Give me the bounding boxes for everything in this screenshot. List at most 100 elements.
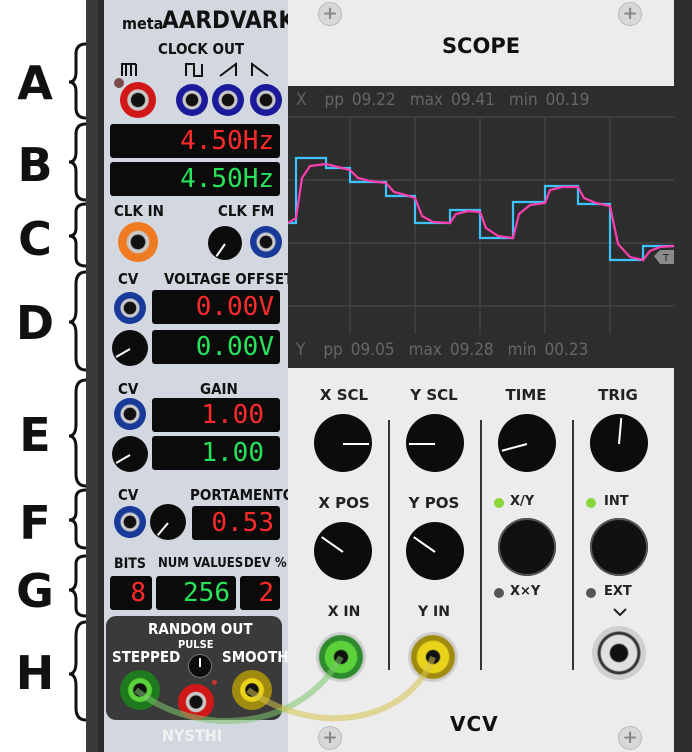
int-led — [586, 498, 596, 508]
y-in-jack[interactable] — [408, 632, 458, 682]
scope-traces: T — [288, 116, 674, 334]
x-axis-label: X — [296, 90, 307, 110]
xxy-label: X×Y — [510, 584, 541, 599]
column-divider-2 — [480, 420, 482, 670]
gain-cv-jack[interactable] — [114, 398, 146, 430]
square-wave-icon — [185, 63, 203, 77]
x-pp-value: 09.22 — [351, 90, 396, 110]
section-letter-e: E — [19, 408, 51, 462]
portamento-cv-label: CV — [118, 486, 139, 504]
smooth-out-jack[interactable] — [232, 670, 272, 710]
gain-display-green: 1.00 — [152, 436, 280, 470]
nysthi-module-panel: meta AARDVARK CLOCK OUT 4.50Hz 4.50Hz CL… — [98, 0, 296, 752]
pulse-knob[interactable] — [188, 654, 212, 678]
y-pos-knob[interactable] — [406, 522, 464, 580]
screw-bottom-left-icon: + — [318, 726, 342, 750]
x-pos-knob[interactable] — [314, 522, 372, 580]
x-readout: Xpp 09.22 max 09.41 min 00.19 — [296, 90, 603, 110]
clock-waveform-icons — [121, 62, 269, 77]
offset-knob[interactable] — [112, 330, 148, 366]
clock-out-saw-up-jack[interactable] — [212, 84, 244, 116]
brand-prefix: meta — [122, 14, 164, 33]
screw-top-right-icon: + — [618, 2, 642, 26]
trigger-marker-label: T — [662, 253, 670, 264]
section-letter-b: B — [17, 138, 53, 192]
y-readout: Ypp 09.05 max 09.28 min 00.23 — [296, 340, 602, 360]
voltage-offset-label: VOLTAGE OFFSET — [164, 270, 294, 288]
offset-cv-jack[interactable] — [114, 292, 146, 324]
trig-in-jack[interactable] — [592, 626, 646, 680]
num-values-display: 256 — [156, 576, 236, 610]
y-pp-value: 09.05 — [350, 340, 395, 360]
offset-display-red: 0.00V — [152, 290, 280, 324]
portamento-display: 0.53 — [192, 506, 280, 540]
gain-display-red: 1.00 — [152, 398, 280, 432]
xxy-led — [494, 588, 504, 598]
clk-in-jack[interactable] — [118, 222, 158, 262]
trace-y — [288, 162, 674, 262]
gain-knob[interactable] — [112, 436, 148, 472]
portamento-label: PORTAMENTO — [190, 486, 295, 504]
offset-cv-label: CV — [118, 270, 139, 288]
brand-name: AARDVARK — [162, 6, 296, 34]
chevron-down-icon — [613, 608, 627, 617]
x-in-label: X IN — [327, 604, 361, 620]
clock-out-saw-down-jack[interactable] — [250, 84, 282, 116]
clk-fm-jack[interactable] — [250, 226, 282, 258]
gain-label: GAIN — [200, 380, 238, 398]
offset-display-green: 0.00V — [152, 330, 280, 364]
trig-label: TRIG — [598, 386, 638, 404]
clk-fm-knob[interactable] — [208, 226, 242, 260]
y-scl-knob[interactable] — [406, 414, 464, 472]
bits-display: 8 — [110, 576, 152, 610]
xy-led — [494, 498, 504, 508]
portamento-cv-jack[interactable] — [114, 506, 146, 538]
section-letter-a: A — [17, 56, 53, 110]
vcv-logo: VCV — [450, 712, 499, 736]
stepped-out-jack[interactable] — [120, 670, 160, 710]
y-in-label: Y IN — [418, 604, 450, 620]
section-letter-g: G — [16, 564, 54, 618]
frequency-display-red: 4.50Hz — [110, 124, 280, 158]
clock-out-trigger-jack[interactable] — [120, 82, 156, 118]
pulse-out-jack[interactable] — [178, 684, 214, 720]
pulse-label: PULSE — [178, 638, 214, 651]
dev-display: 2 — [240, 576, 280, 610]
time-knob[interactable] — [498, 414, 556, 472]
trigger-source-button[interactable] — [590, 518, 648, 576]
clock-led — [114, 78, 124, 88]
pulse-led — [212, 680, 217, 685]
xy-mode-button[interactable] — [498, 518, 556, 576]
x-in-jack[interactable] — [316, 632, 366, 682]
random-out-label: RANDOM OUT — [148, 620, 253, 638]
nysthi-footer-logo: NYSTHI — [162, 726, 223, 745]
xy-label: X/Y — [510, 494, 535, 509]
scope-title: SCOPE — [441, 34, 521, 58]
rack-rail-right — [674, 0, 692, 752]
y-pos-label: Y POS — [408, 494, 460, 512]
section-letter-h: H — [15, 646, 55, 700]
portamento-knob[interactable] — [150, 504, 186, 540]
saw-down-icon — [251, 62, 269, 77]
y-min-label: min — [507, 340, 537, 360]
frequency-display-green: 4.50Hz — [110, 162, 280, 196]
clock-out-square-jack[interactable] — [176, 84, 208, 116]
x-scl-label: X SCL — [319, 386, 369, 404]
time-label: TIME — [505, 386, 547, 404]
y-scl-label: Y SCL — [410, 386, 458, 404]
column-divider-3 — [572, 420, 574, 670]
smooth-label: SMOOTH — [222, 648, 289, 666]
trig-knob[interactable] — [590, 414, 648, 472]
y-max-value: 09.28 — [449, 340, 494, 360]
screw-top-left-icon: + — [318, 2, 342, 26]
x-pos-label: X POS — [318, 494, 370, 512]
y-min-value: 00.23 — [544, 340, 589, 360]
ext-led — [586, 588, 596, 598]
gain-cv-label: CV — [118, 380, 139, 398]
x-scl-knob[interactable] — [314, 414, 372, 472]
num-values-label: NUM VALUES — [158, 556, 244, 571]
saw-up-icon — [219, 62, 237, 77]
x-min-label: min — [508, 90, 538, 110]
int-label: INT — [604, 494, 629, 509]
clock-out-label: CLOCK OUT — [158, 40, 245, 58]
